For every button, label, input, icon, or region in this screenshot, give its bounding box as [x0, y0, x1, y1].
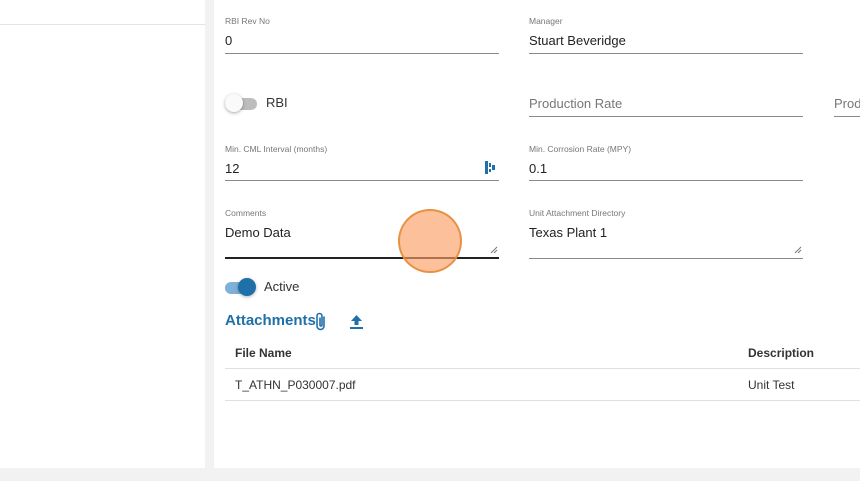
production-rate-2-placeholder: Prod [834, 96, 860, 111]
min-cml-interval-value[interactable]: 12 [225, 161, 239, 176]
min-corrosion-rate-field[interactable]: Min. Corrosion Rate (MPY) 0.1 [529, 144, 803, 182]
resize-handle-icon[interactable] [794, 246, 802, 254]
manager-underline [529, 53, 803, 54]
active-toggle-thumb[interactable] [238, 278, 256, 296]
rbi-rev-no-underline [225, 53, 499, 54]
min-corrosion-rate-label: Min. Corrosion Rate (MPY) [529, 144, 632, 154]
rbi-toggle-thumb[interactable] [225, 94, 243, 112]
attachments-title: Attachments [225, 312, 316, 329]
column-header-file-name[interactable]: File Name [235, 346, 292, 360]
unit-attachment-directory-label: Unit Attachment Directory [529, 208, 626, 218]
rbi-toggle[interactable]: RBI [225, 94, 307, 114]
table-row-divider [225, 400, 860, 401]
resize-handle-icon[interactable] [490, 246, 498, 254]
rbi-rev-no-value[interactable]: 0 [225, 33, 232, 48]
unit-attachment-directory-underline [529, 258, 803, 259]
active-toggle[interactable]: Active [225, 278, 315, 298]
comments-underline [225, 257, 499, 259]
table-cell-description: Unit Test [748, 378, 795, 392]
min-cml-interval-underline [225, 180, 499, 181]
upload-icon[interactable] [349, 314, 364, 330]
production-rate-placeholder: Production Rate [529, 96, 623, 111]
paperclip-icon[interactable] [314, 312, 328, 332]
table-header-divider [225, 368, 860, 369]
rbi-toggle-label: RBI [266, 95, 288, 110]
calculator-icon[interactable] [485, 161, 495, 174]
min-corrosion-rate-underline [529, 180, 803, 181]
left-panel-divider [0, 24, 205, 25]
manager-value[interactable]: Stuart Beveridge [529, 33, 626, 48]
production-rate-2-field[interactable]: Prod [834, 94, 860, 118]
min-cml-interval-label: Min. CML Interval (months) [225, 144, 328, 154]
column-header-description[interactable]: Description [748, 346, 814, 360]
left-panel [0, 0, 205, 468]
production-rate-field[interactable]: Production Rate [529, 94, 803, 118]
active-toggle-label: Active [264, 279, 300, 294]
manager-label: Manager [529, 16, 563, 26]
table-cell-file-name[interactable]: T_ATHN_P030007.pdf [235, 378, 356, 392]
unit-attachment-directory-field[interactable]: Unit Attachment Directory Texas Plant 1 [529, 208, 803, 260]
manager-field[interactable]: Manager Stuart Beveridge [529, 16, 803, 54]
rbi-rev-no-field[interactable]: RBI Rev No 0 [225, 16, 499, 54]
comments-value[interactable]: Demo Data [225, 225, 291, 240]
click-indicator [398, 209, 462, 273]
unit-attachment-directory-value[interactable]: Texas Plant 1 [529, 225, 607, 240]
rbi-rev-no-label: RBI Rev No [225, 16, 270, 26]
production-rate-2-underline [834, 116, 860, 117]
min-corrosion-rate-value[interactable]: 0.1 [529, 161, 547, 176]
min-cml-interval-field[interactable]: Min. CML Interval (months) 12 [225, 144, 499, 182]
comments-label: Comments [225, 208, 267, 218]
production-rate-underline [529, 116, 803, 117]
